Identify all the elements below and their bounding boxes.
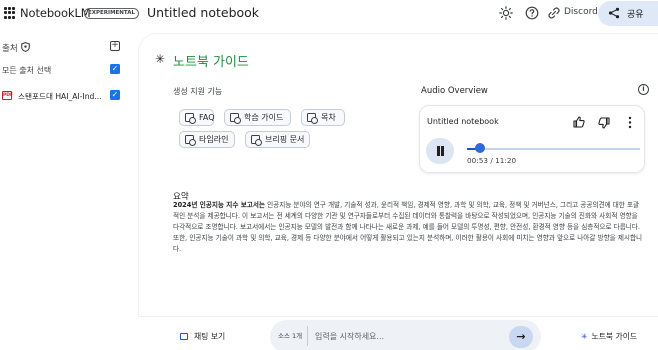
sparkle-icon: ✳ — [155, 52, 166, 66]
audio-title: Untitled notebook — [427, 117, 499, 126]
document-icon — [185, 135, 196, 146]
generate-label: 생성 지원 기능 — [173, 87, 223, 96]
source-count-badge[interactable]: 소스 1개 — [278, 330, 302, 340]
sparkle-icon: ✳ — [581, 332, 588, 341]
share-icon — [608, 7, 620, 19]
discord-link[interactable]: Discord — [564, 7, 598, 17]
add-source-button[interactable]: + — [110, 41, 120, 51]
summary-lead: 2024년 인공지능 지수 보고서는 — [173, 201, 265, 209]
send-button[interactable]: → — [509, 326, 533, 348]
experimental-badge: EXPERIMENTAL — [84, 8, 139, 19]
app-brand[interactable]: NotebookLM — [20, 6, 91, 20]
divider — [307, 326, 308, 346]
chip-faq[interactable]: FAQ — [179, 109, 215, 126]
guide-title: 노트북 가이드 — [173, 55, 249, 70]
sources-title: 출처 — [2, 44, 18, 54]
notebook-title[interactable]: Untitled notebook — [147, 5, 259, 20]
chip-study-guide[interactable]: 학습 가이드 — [224, 109, 291, 126]
document-icon — [185, 113, 196, 124]
share-label: 공유 — [627, 10, 644, 20]
chip-briefing-doc[interactable]: 브리핑 문서 — [245, 131, 310, 148]
source-checkbox[interactable]: ✓ — [110, 90, 120, 100]
chat-input[interactable] — [315, 330, 495, 342]
info-icon[interactable]: i — [638, 84, 649, 95]
share-button[interactable]: 공유 — [598, 1, 658, 26]
document-icon — [251, 135, 262, 146]
select-all-checkbox[interactable]: ✓ — [110, 64, 120, 74]
shield-icon — [21, 42, 30, 52]
document-icon — [230, 113, 241, 124]
audio-overview-label: Audio Overview — [421, 86, 488, 96]
chip-timeline[interactable]: 타임라인 — [179, 131, 235, 148]
notebook-guide-button[interactable]: ✳ 노트북 가이드 — [581, 331, 637, 342]
chip-table-of-contents[interactable]: 목차 — [301, 109, 345, 126]
thumbs-down-icon[interactable] — [598, 117, 610, 129]
discord-link-icon[interactable] — [547, 6, 561, 20]
pdf-icon: PDF — [2, 91, 14, 100]
summary-text: 2024년 인공지능 지수 보고서는 인공지능 분야의 연구 개발, 기술적 성… — [173, 200, 645, 255]
app-logo-icon[interactable] — [4, 7, 16, 19]
source-name[interactable]: 스탠포드대 HAI_AI-Ind... — [18, 91, 102, 102]
select-all-sources-label: 모든 출처 선택 — [2, 66, 52, 75]
audio-progress-track[interactable] — [467, 148, 640, 150]
help-icon[interactable] — [525, 6, 539, 20]
pause-button[interactable] — [426, 138, 454, 164]
thumbs-up-icon[interactable] — [573, 116, 585, 128]
chat-icon — [180, 333, 188, 340]
view-chat-button[interactable]: 채팅 보기 — [180, 331, 225, 342]
top-bar: NotebookLM EXPERIMENTAL Untitled noteboo… — [0, 0, 658, 28]
sources-sidebar: 출처 + 모든 출처 선택 ✓ PDF 스탠포드대 HAI_AI-Ind... … — [0, 28, 128, 350]
notebook-guide-panel — [139, 34, 658, 316]
more-vert-icon[interactable] — [627, 116, 633, 129]
document-icon — [307, 113, 318, 124]
audio-time: 00:53 / 11:20 — [467, 156, 517, 165]
audio-player-card — [419, 105, 645, 173]
theme-toggle-icon[interactable] — [499, 6, 513, 20]
